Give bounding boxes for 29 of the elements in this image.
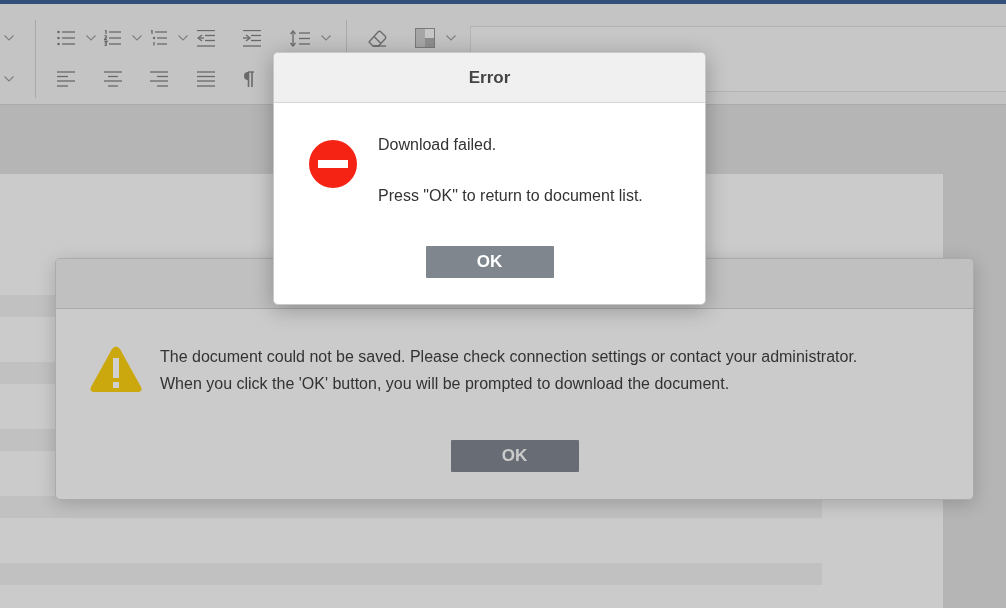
chevron-down-icon[interactable] [131, 35, 142, 41]
paragraph-mark-icon[interactable] [243, 71, 255, 87]
no-entry-icon [309, 140, 357, 188]
eraser-icon[interactable] [368, 29, 387, 47]
increase-indent-icon[interactable] [243, 29, 262, 47]
chevron-down-icon[interactable] [445, 35, 456, 41]
shading-icon[interactable] [414, 28, 435, 48]
align-justify-icon[interactable] [196, 71, 215, 87]
chevron-down-icon[interactable] [4, 76, 14, 82]
align-right-icon[interactable] [150, 71, 169, 87]
ok-button[interactable]: OK [425, 246, 554, 278]
decrease-indent-icon[interactable] [196, 29, 215, 47]
message-text: Press "OK" to return to document list. [378, 186, 643, 206]
chevron-down-icon[interactable] [178, 35, 189, 41]
dialog-title: Error [468, 67, 511, 88]
align-left-icon[interactable] [57, 71, 75, 87]
bulleted-list-icon[interactable] [57, 30, 75, 46]
message-text: The document could not be saved. Please check connection settings or contact your administrator. [160, 347, 858, 367]
align-center-icon[interactable] [103, 71, 122, 87]
multilevel-list-icon[interactable] [150, 30, 168, 46]
chevron-down-icon[interactable] [4, 35, 14, 41]
chevron-down-icon[interactable] [86, 35, 96, 41]
warning-icon [90, 346, 142, 392]
numbered-list-icon[interactable] [103, 30, 121, 46]
line-spacing-icon[interactable] [289, 29, 310, 47]
chevron-down-icon[interactable] [320, 35, 331, 41]
ok-button[interactable]: OK [450, 440, 579, 472]
message-text: Download failed. [378, 135, 498, 155]
message-text: When you click the 'OK' button, you will be prompted to download the document. [160, 374, 731, 394]
